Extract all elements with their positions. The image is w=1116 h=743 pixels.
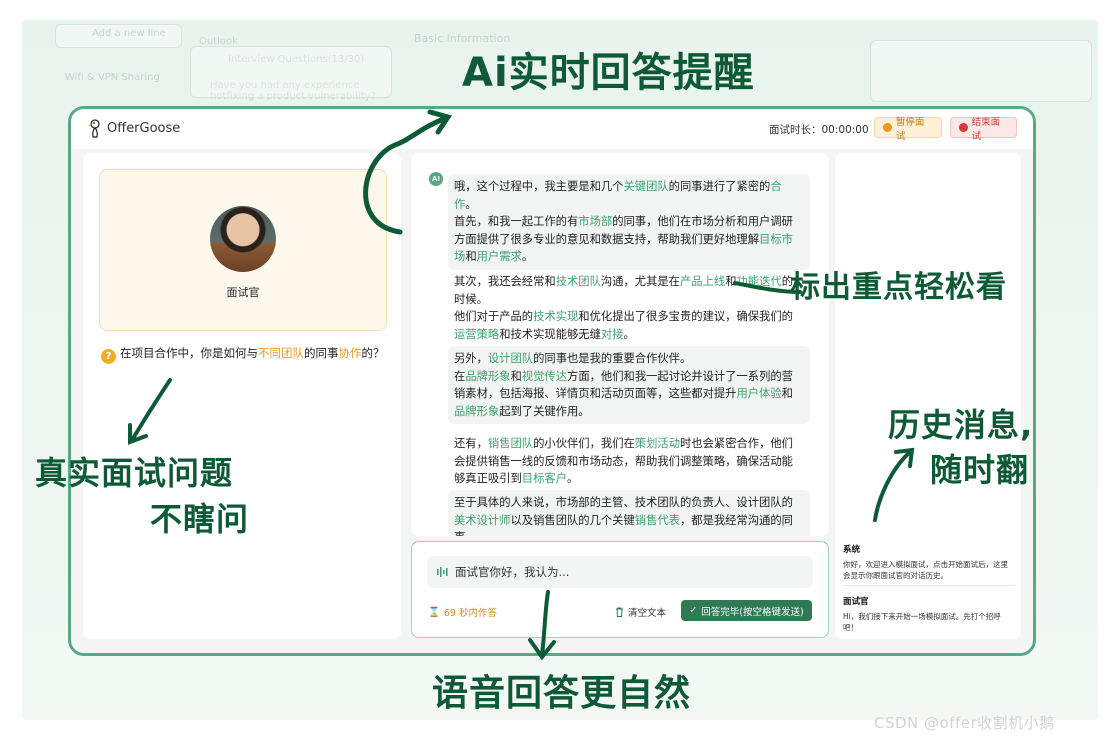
annotation-real-questions: 真实面试问题 <box>35 454 234 492</box>
arrow-voice <box>540 590 550 657</box>
arrow-ai <box>363 115 449 235</box>
arrow-history <box>873 450 912 522</box>
annotation-no-random: 不瞎问 <box>150 500 250 538</box>
watermark: CSDN @offer收割机小鹅 <box>874 714 1055 732</box>
annotation-arrows <box>128 109 915 661</box>
annotation-voice: 语音回答更自然 <box>432 673 692 714</box>
arrow-question <box>130 378 172 442</box>
annotation-ai-realtime: Ai实时回答提醒 <box>462 50 755 96</box>
annotation-history-2: 随时翻 <box>930 451 1030 489</box>
annotation-keywords: 标出重点轻松看 <box>790 270 1007 305</box>
annotation-history: 历史消息, <box>888 406 1034 444</box>
